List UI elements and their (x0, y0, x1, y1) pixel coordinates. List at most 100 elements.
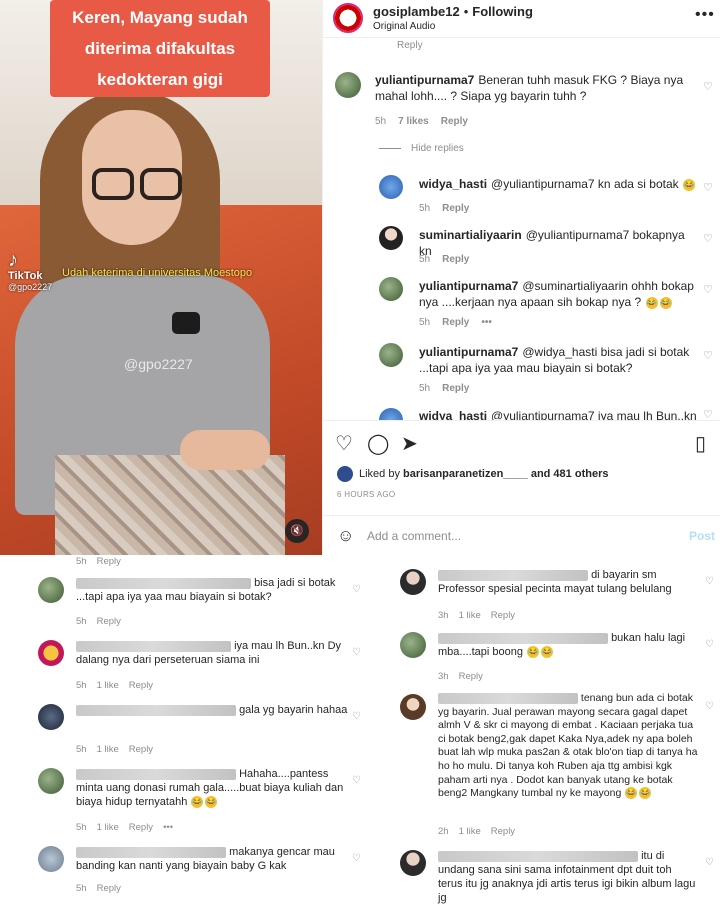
comment-meta: 3h 1 like Reply (438, 609, 525, 623)
laughing-emoji-icon: 😂 (527, 646, 540, 659)
heart-icon[interactable]: ♡ (705, 856, 714, 870)
post-button[interactable]: Post (689, 529, 715, 543)
avatar[interactable] (400, 850, 426, 876)
reply-button[interactable]: Reply (491, 610, 515, 621)
comment-likes[interactable]: 7 likes (398, 116, 429, 127)
avatar[interactable] (38, 640, 64, 666)
heart-icon[interactable]: ♡ (703, 349, 713, 362)
more-options-icon[interactable]: ••• (163, 822, 173, 833)
heart-icon[interactable]: ♡ (703, 80, 713, 93)
comment-input[interactable]: Add a comment... (367, 529, 461, 543)
avatar[interactable] (379, 343, 403, 367)
mute-icon[interactable]: 🔇 (285, 519, 309, 543)
avatar[interactable] (38, 577, 64, 603)
reply-button[interactable]: Reply (491, 826, 515, 837)
comment-likes[interactable]: 1 like (459, 826, 481, 837)
reply-button[interactable]: Reply (442, 383, 469, 394)
avatar[interactable] (38, 768, 64, 794)
heart-icon[interactable]: ♡ (705, 700, 714, 714)
comment-likes[interactable]: 1 like (97, 680, 119, 691)
bookmark-icon[interactable]: ▯ (695, 431, 706, 456)
avatar[interactable] (38, 704, 64, 730)
comment-icon[interactable]: ◯ (367, 431, 389, 456)
avatar[interactable] (337, 466, 353, 482)
emoji-icon[interactable]: ☺ (337, 526, 354, 546)
comment-text: Hahaha....pantess minta uang donasi ruma… (76, 767, 356, 809)
post-panel: gosiplambe12 • Following Original Audio ••… (322, 0, 720, 555)
comment-username[interactable]: widya_hasti (419, 177, 487, 191)
more-options-icon[interactable]: ••• (695, 6, 715, 24)
heart-icon[interactable]: ♡ (705, 638, 714, 652)
liked-by: Liked by barisanparanetizen____ and 481 … (359, 468, 608, 480)
comment: Hahaha....pantess minta uang donasi ruma… (36, 764, 366, 836)
post-username[interactable]: gosiplambe12 (373, 4, 460, 19)
more-options-icon[interactable]: ••• (481, 317, 492, 328)
reply-button[interactable]: Reply (129, 822, 153, 833)
avatar[interactable] (400, 569, 426, 595)
heart-icon[interactable]: ♡ (705, 575, 714, 589)
comment-time: 5h (76, 744, 87, 755)
reply-button[interactable]: Reply (459, 671, 483, 682)
comment-username[interactable]: suminartialiyaarin (419, 228, 522, 242)
avatar[interactable] (335, 72, 361, 98)
post-username-line: gosiplambe12 • Following (373, 4, 533, 19)
comment-text: yuliantipurnama7 @suminartialiyaarin ohhh… (419, 278, 699, 310)
avatar[interactable] (379, 408, 403, 420)
avatar[interactable] (333, 3, 363, 33)
comment-text: bisa jadi si botak ...tapi apa iya yaa m… (76, 576, 356, 604)
comment-likes[interactable]: 1 like (459, 610, 481, 621)
comment-username[interactable]: yuliantipurnama7 (419, 345, 518, 359)
reply-button[interactable]: Reply (97, 883, 121, 894)
comment-username[interactable]: yuliantipurnama7 (375, 73, 474, 87)
heart-icon[interactable]: ♡ (352, 646, 361, 660)
comment-username[interactable]: yuliantipurnama7 (419, 279, 518, 293)
post-header: gosiplambe12 • Following Original Audio ••… (323, 0, 720, 38)
liked-prefix: Liked by (359, 468, 404, 480)
glasses-icon (140, 168, 182, 200)
avatar[interactable] (400, 694, 426, 720)
laughing-emoji-icon: 😂 (645, 296, 658, 309)
heart-icon[interactable]: ♡ (352, 583, 361, 597)
reply-button[interactable]: Reply (97, 616, 121, 627)
reply-button[interactable]: Reply (97, 556, 121, 567)
heart-icon[interactable]: ♡ (703, 181, 713, 194)
tiktok-logo: ♪ TikTok @gpo2227 (8, 250, 52, 292)
avatar[interactable] (379, 226, 403, 250)
reply-button[interactable]: Reply (442, 203, 469, 214)
video-player[interactable]: Keren, Mayang sudah diterima difakultas … (0, 0, 322, 555)
liked-user[interactable]: barisanparanetizen____ (403, 468, 528, 480)
comment-likes[interactable]: 1 like (97, 822, 119, 833)
avatar[interactable] (379, 277, 403, 301)
heart-icon[interactable]: ♡ (352, 710, 361, 724)
video-watermark: @gpo2227 (124, 356, 193, 372)
audio-label[interactable]: Original Audio (373, 21, 435, 32)
heart-icon[interactable]: ♡ (703, 283, 713, 296)
like-icon[interactable]: ♡ (335, 431, 353, 456)
reply-button[interactable]: Reply (129, 744, 153, 755)
heart-icon[interactable]: ♡ (352, 852, 361, 866)
comment-likes[interactable]: 1 like (97, 744, 119, 755)
following-button[interactable]: Following (472, 4, 533, 19)
comment-time: 2h (438, 826, 449, 837)
reply-button[interactable]: Reply (129, 680, 153, 691)
share-icon[interactable]: ➤ (401, 431, 418, 456)
laughing-emoji-icon: 😂 (541, 646, 554, 659)
heart-icon[interactable]: ♡ (352, 774, 361, 788)
reply-button[interactable]: Reply (442, 254, 469, 265)
heart-icon[interactable]: ♡ (703, 232, 713, 245)
reply-button[interactable]: Reply (441, 116, 468, 127)
heart-icon[interactable]: ♡ (703, 408, 713, 420)
comment-body: gala yg bayarin hahaa (239, 704, 348, 716)
partial-reply-link[interactable]: Reply (397, 40, 423, 51)
liked-others[interactable]: and 481 others (528, 468, 609, 480)
comment-meta: 2h 1 like Reply (438, 825, 525, 839)
comment-meta: 5h Reply (419, 203, 481, 214)
reply-button[interactable]: Reply (442, 317, 469, 328)
avatar[interactable] (379, 175, 403, 199)
hide-replies-button[interactable]: Hide replies (379, 143, 464, 154)
comment-username[interactable]: widya_hasti (419, 409, 487, 420)
comment-text: itu di undang sana sini sama infotainmen… (438, 849, 698, 905)
avatar[interactable] (400, 632, 426, 658)
blurred-username (76, 640, 231, 652)
avatar[interactable] (38, 846, 64, 872)
